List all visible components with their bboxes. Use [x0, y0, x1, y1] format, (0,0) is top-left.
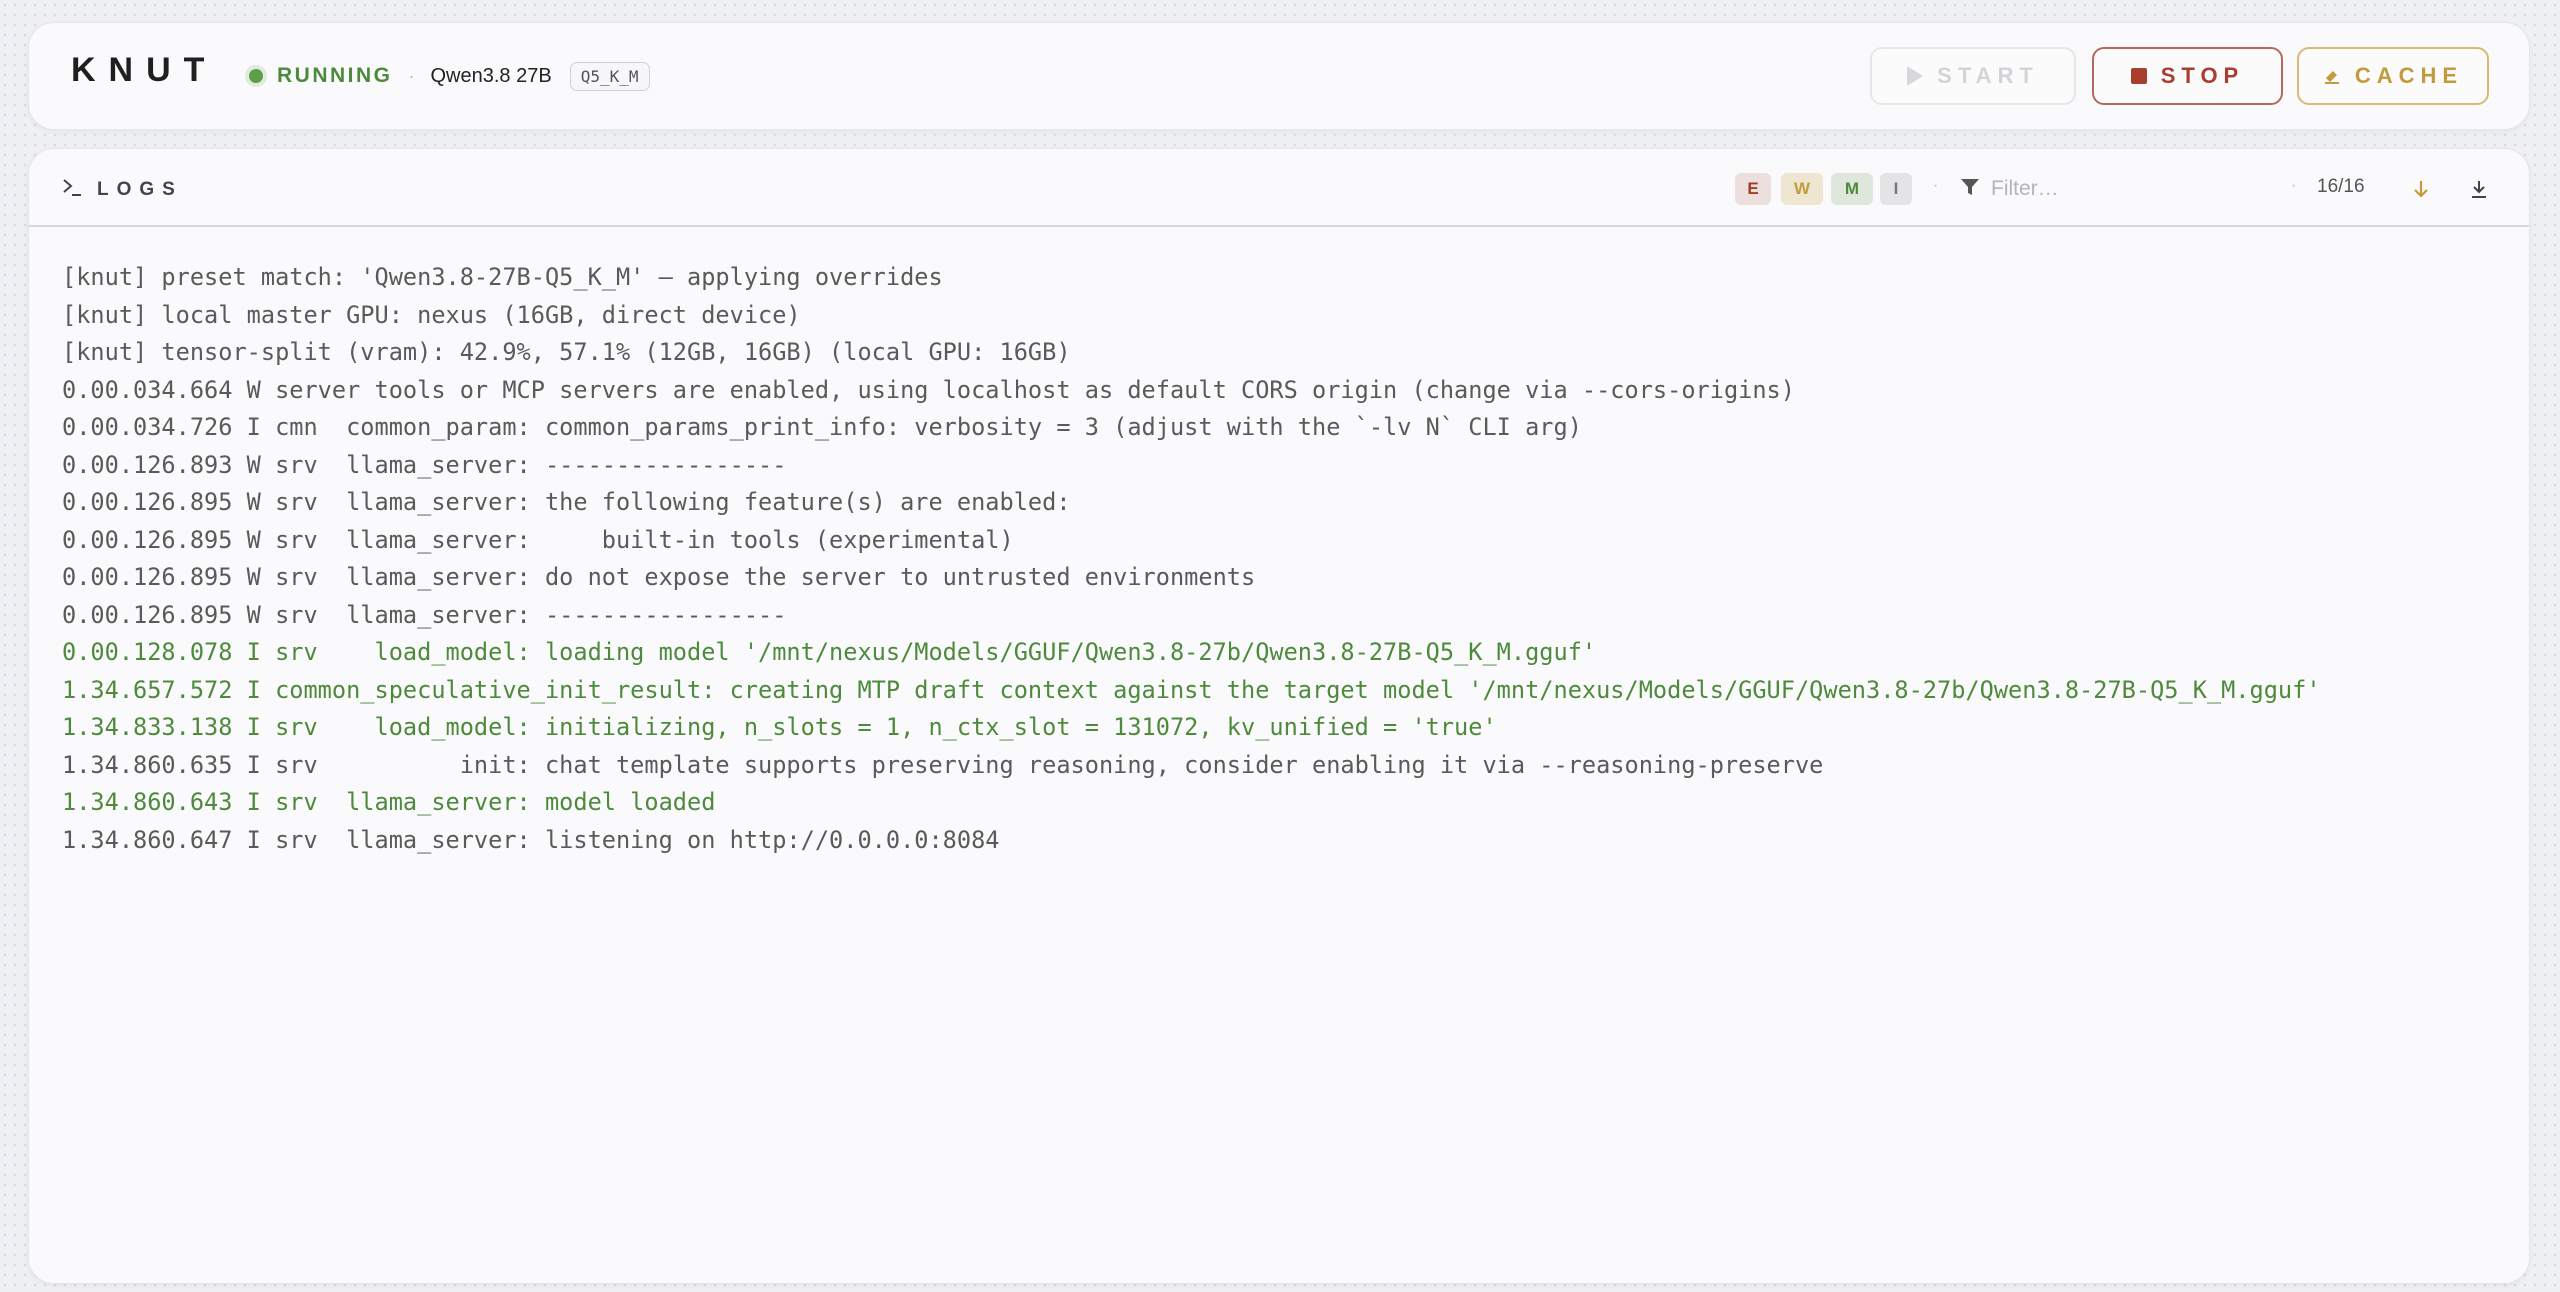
terminal-prompt-icon [61, 176, 83, 203]
logs-title-label: LOGS [97, 178, 183, 200]
log-line: 1.34.657.572 I common_speculative_init_r… [62, 675, 2321, 704]
log-line: 0.00.128.078 I srv load_model: loading m… [62, 638, 1597, 666]
level-filter-error[interactable]: E [1735, 173, 1771, 205]
log-line: 0.00.126.895 W srv llama_server: the fol… [62, 488, 1071, 516]
log-line: 0.00.126.895 W srv llama_server: built-i… [62, 525, 1014, 554]
server-status: RUNNING · Qwen3.8 27B Q5_K_M [249, 59, 650, 93]
logs-toolbar: LOGS E W M I · · 16/16 [29, 149, 2529, 227]
eraser-icon [2323, 67, 2341, 85]
funnel-icon [1959, 176, 1981, 203]
level-filter-warning[interactable]: W [1781, 173, 1823, 205]
log-line: 0.00.126.895 W srv llama_server: do not … [62, 563, 1256, 591]
brand-logo: KNUT [71, 51, 218, 89]
log-line: 0.00.034.664 W server tools or MCP serve… [62, 375, 1795, 404]
log-line: 0.00.126.893 W srv llama_server: -------… [62, 450, 787, 479]
log-count: 16/16 [2317, 176, 2365, 197]
stop-button-label: STOP [2160, 63, 2245, 88]
download-icon [2472, 181, 2486, 198]
play-icon [1907, 66, 1924, 86]
separator-dot: · [2291, 177, 2297, 194]
download-logs-button[interactable] [2465, 175, 2493, 203]
log-line: 1.34.860.643 I srv llama_server: model l… [62, 788, 716, 816]
level-filter-info[interactable]: I [1880, 173, 1912, 205]
filter-input[interactable] [1991, 177, 2289, 201]
log-line: 1.34.860.635 I srv init: chat template s… [62, 750, 1824, 779]
top-bar: KNUT RUNNING · Qwen3.8 27B Q5_K_M START … [28, 22, 2530, 130]
arrow-down-icon [2414, 181, 2428, 198]
cache-button[interactable]: CACHE [2297, 47, 2489, 105]
log-line: 1.34.833.138 I srv load_model: initializ… [62, 713, 1497, 741]
filter-box [1959, 171, 2289, 207]
logs-panel: LOGS E W M I · · 16/16 [28, 148, 2530, 1284]
status-dot-icon [249, 69, 263, 83]
log-line: 0.00.126.895 W srv llama_server: -------… [62, 600, 787, 629]
model-name: Qwen3.8 27B [430, 64, 552, 87]
status-text: RUNNING [277, 64, 393, 87]
log-output: [knut] preset match: 'Qwen3.8-27B-Q5_K_M… [62, 259, 2509, 859]
logs-title: LOGS [61, 176, 183, 203]
quant-badge: Q5_K_M [569, 61, 650, 91]
log-line: [knut] preset match: 'Qwen3.8-27B-Q5_K_M… [62, 263, 943, 291]
log-line: [knut] local master GPU: nexus (16GB, di… [62, 300, 801, 329]
log-line: 1.34.860.647 I srv llama_server: listeni… [62, 825, 1000, 854]
stop-button[interactable]: STOP [2092, 47, 2283, 105]
separator-dot: · [408, 65, 415, 86]
separator-dot: · [1933, 177, 1939, 194]
start-button-label: START [1937, 63, 2039, 88]
stop-square-icon [2130, 68, 2147, 84]
scroll-to-bottom-button[interactable] [2407, 175, 2435, 203]
log-line: [knut] tensor-split (vram): 42.9%, 57.1%… [62, 338, 1071, 366]
log-line: 0.00.034.726 I cmn common_param: common_… [62, 413, 1582, 441]
cache-button-label: CACHE [2354, 63, 2464, 88]
start-button[interactable]: START [1870, 47, 2076, 105]
level-filter-message[interactable]: M [1831, 173, 1873, 205]
